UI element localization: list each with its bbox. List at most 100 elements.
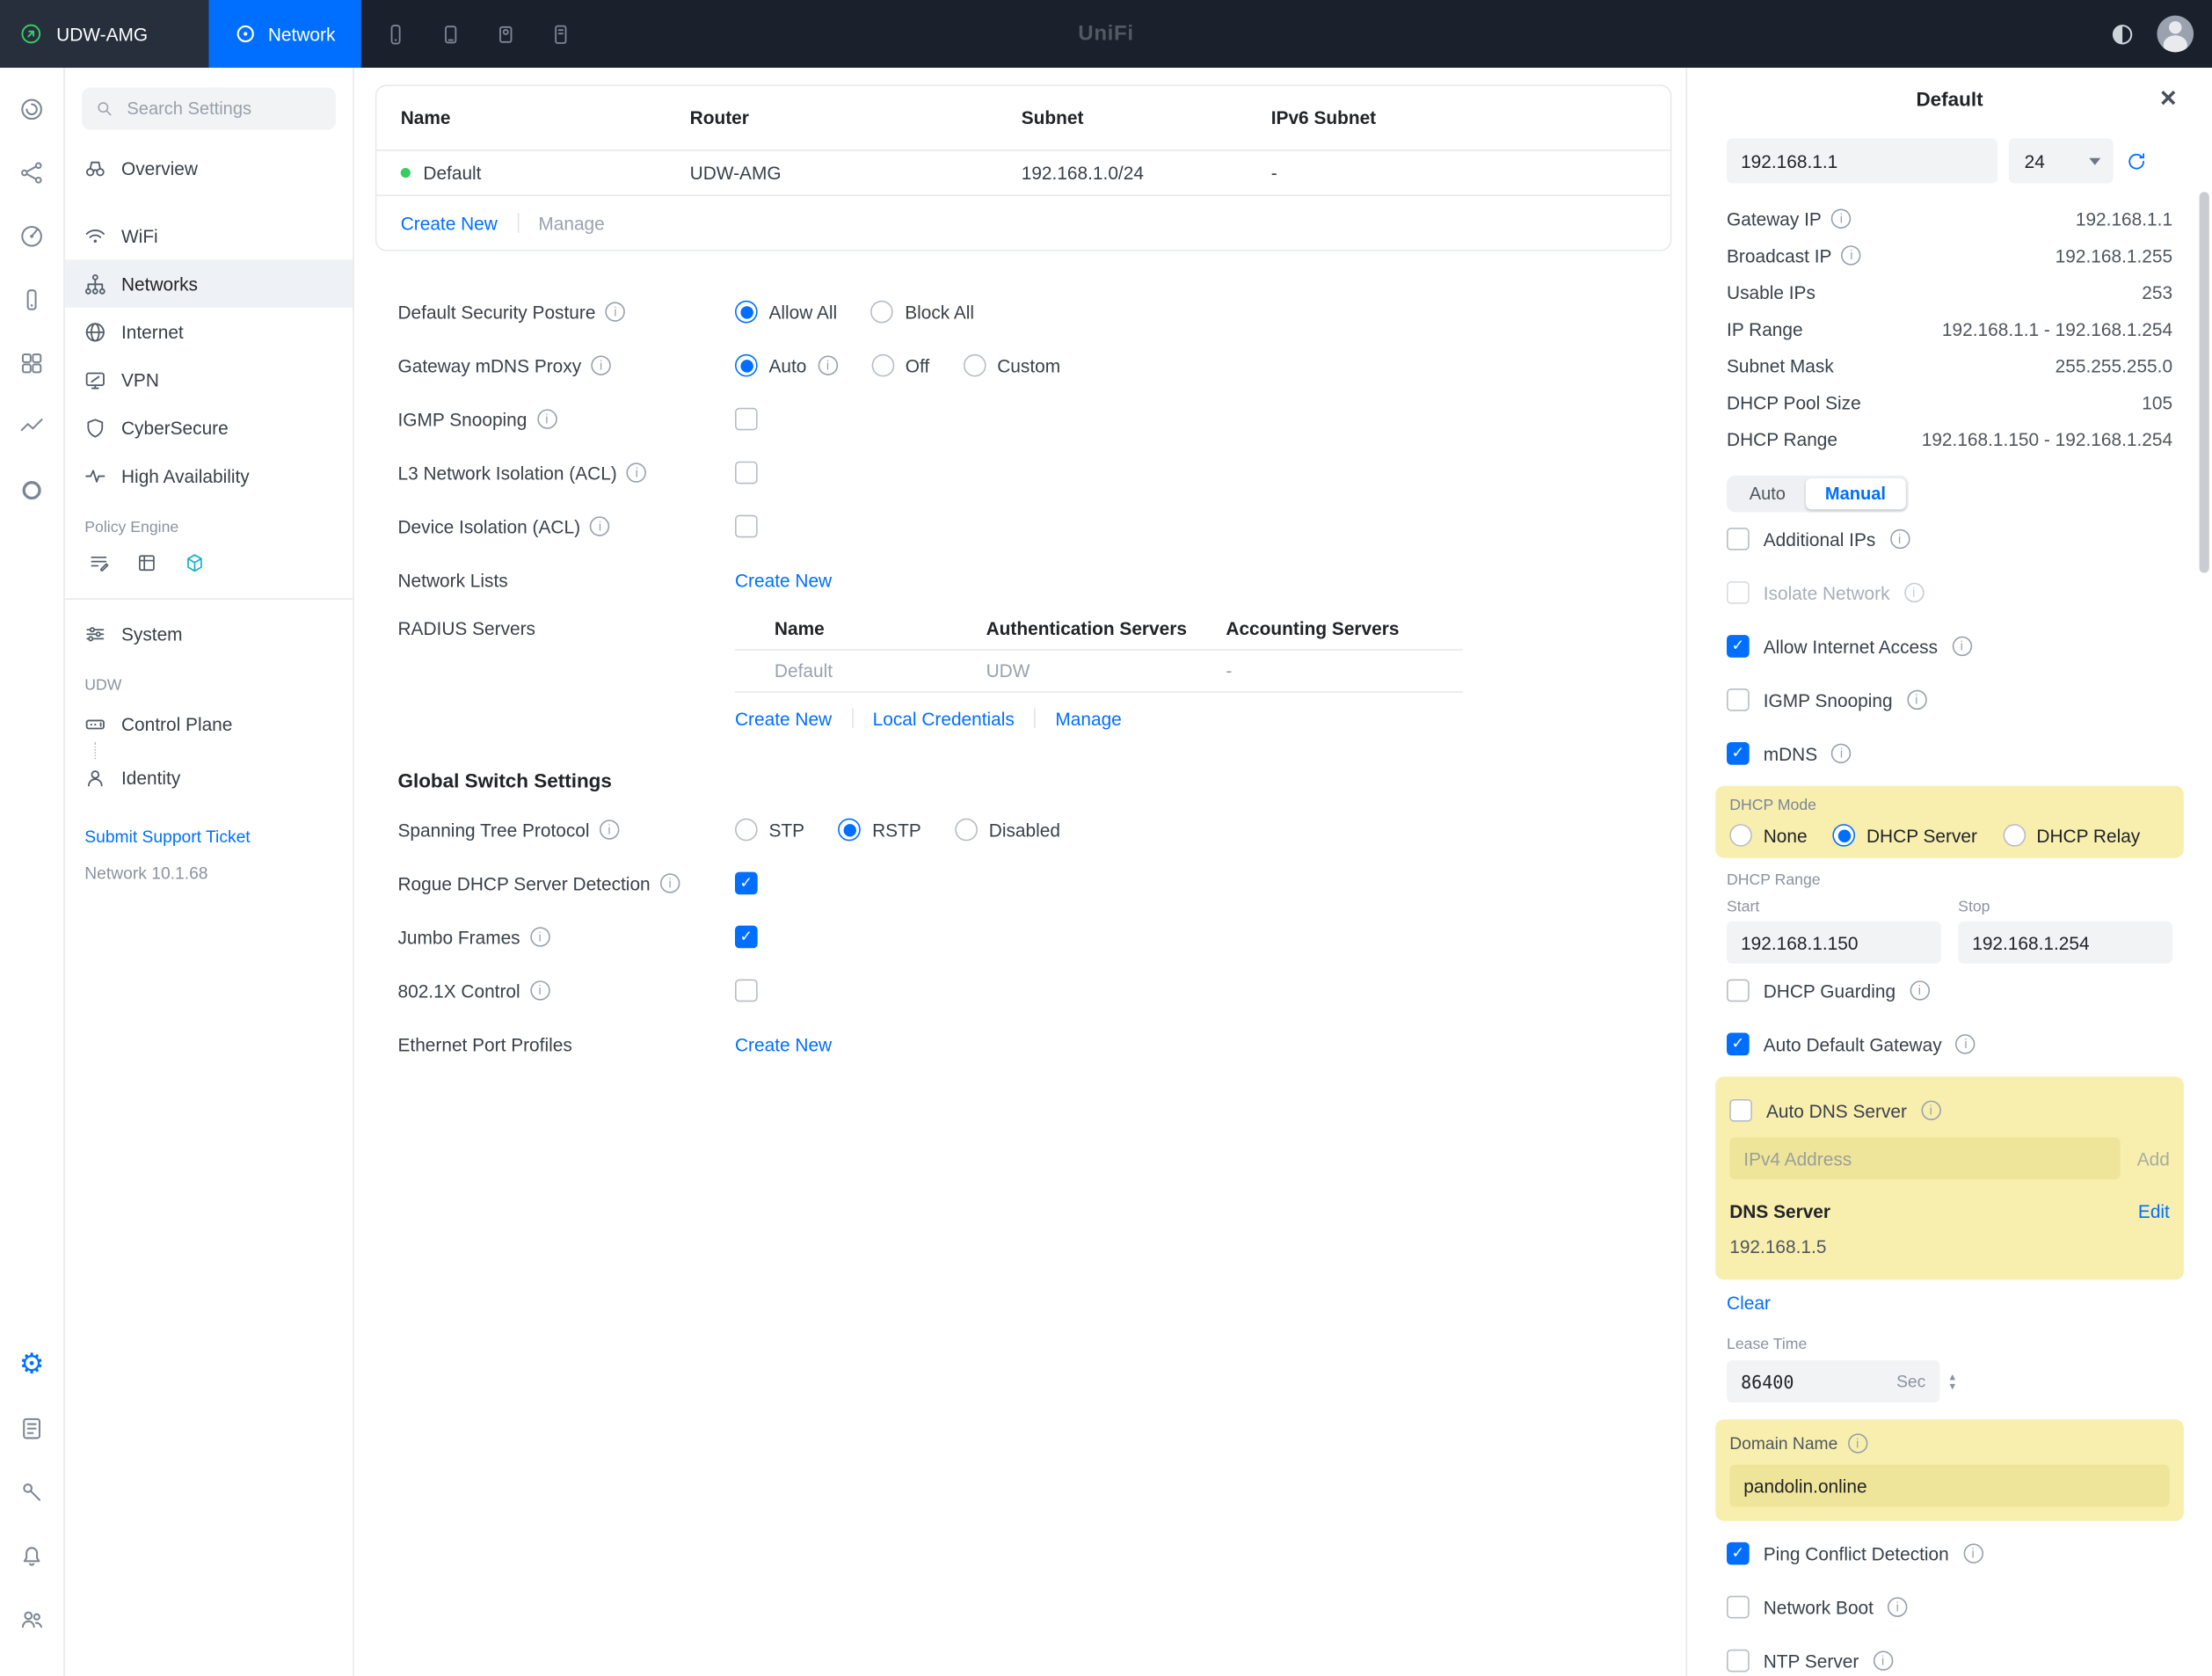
jumbo-frames-checkbox[interactable] (735, 926, 758, 949)
checkbox-ntp-server[interactable]: NTP Server (1727, 1634, 2172, 1676)
8021x-checkbox[interactable] (735, 980, 758, 1002)
radio-allow-all[interactable]: Allow All (735, 301, 837, 324)
sidebar-item-internet[interactable]: Internet (65, 308, 353, 356)
info-icon[interactable] (1873, 1650, 1892, 1670)
create-new-network-link[interactable]: Create New (401, 212, 498, 233)
radius-row[interactable]: Default UDW - (735, 649, 1463, 693)
info-icon[interactable] (537, 409, 557, 428)
info-icon[interactable] (1831, 208, 1851, 228)
info-icon[interactable] (1910, 980, 1929, 1000)
dhcp-range-start-input[interactable] (1727, 922, 1941, 964)
info-icon[interactable] (1888, 1597, 1907, 1616)
info-icon[interactable] (1904, 583, 1924, 602)
sidebar-item-wifi[interactable]: WiFi (65, 212, 353, 260)
table-row[interactable]: Default UDW-AMG 192.168.1.0/24 - (376, 151, 1670, 196)
radio-disabled[interactable]: Disabled (955, 819, 1060, 842)
ring-icon[interactable] (12, 470, 52, 509)
l3-isolation-checkbox[interactable] (735, 462, 758, 485)
info-icon[interactable] (660, 873, 680, 893)
revert-refresh-icon[interactable] (2125, 149, 2149, 172)
info-icon[interactable] (590, 516, 609, 536)
admins-people-icon[interactable] (12, 1599, 52, 1638)
info-icon[interactable] (591, 355, 610, 375)
insights-icon[interactable] (12, 406, 52, 446)
policy-table-icon[interactable] (135, 551, 158, 574)
radio-dhcp-server[interactable]: DHCP Server (1832, 824, 1976, 847)
info-icon[interactable] (530, 980, 549, 1000)
info-icon[interactable] (1963, 1543, 1983, 1563)
app-device-icon-2[interactable] (439, 22, 462, 46)
notifications-bell-icon[interactable] (12, 1535, 52, 1575)
checkbox-isolate-network[interactable]: Isolate Network (1727, 565, 2172, 619)
app-device-icon-4[interactable] (549, 22, 572, 46)
info-icon[interactable] (1907, 690, 1926, 710)
checkbox-igmp-snooping[interactable]: IGMP Snooping (1727, 673, 2172, 726)
lease-time-stepper[interactable] (1950, 1372, 1955, 1391)
info-icon[interactable] (1831, 744, 1851, 763)
rogue-dhcp-checkbox[interactable] (735, 872, 758, 895)
device-isolation-checkbox[interactable] (735, 515, 758, 538)
checkbox-auto-dns-server[interactable]: Auto DNS Server (1729, 1088, 2170, 1133)
info-icon[interactable] (627, 463, 646, 482)
info-icon[interactable] (606, 302, 625, 321)
info-icon[interactable] (530, 927, 549, 946)
info-icon[interactable] (1889, 529, 1909, 549)
radius-local-credentials-link[interactable]: Local Credentials (873, 708, 1015, 729)
dashboard-icon[interactable] (12, 89, 52, 128)
panel-scrollbar[interactable] (2200, 192, 2209, 572)
radio-custom[interactable]: Custom (964, 354, 1060, 377)
radio-dhcp-none[interactable]: None (1729, 824, 1807, 847)
checkbox-ping-conflict-detection[interactable]: Ping Conflict Detection (1727, 1527, 2172, 1580)
tab-network[interactable]: Network (208, 0, 360, 68)
radar-icon[interactable] (12, 216, 52, 256)
dns-clear-link[interactable]: Clear (1727, 1293, 1771, 1314)
info-icon[interactable] (1848, 1433, 1867, 1453)
port-profiles-create-new-link[interactable]: Create New (735, 1033, 832, 1054)
sidebar-item-overview[interactable]: Overview (65, 144, 353, 193)
dhcp-range-stop-input[interactable] (1958, 922, 2172, 964)
checkbox-additional-ips[interactable]: Additional IPs (1727, 512, 2172, 565)
info-icon[interactable] (818, 355, 837, 375)
radius-manage-link[interactable]: Manage (1055, 708, 1121, 729)
sidebar-item-control-plane[interactable]: Control Plane (65, 700, 353, 748)
radio-dhcp-relay[interactable]: DHCP Relay (2003, 824, 2140, 847)
sidebar-item-vpn[interactable]: VPN (65, 355, 353, 404)
manage-networks-link[interactable]: Manage (538, 212, 604, 233)
checkbox-mdns[interactable]: mDNS (1727, 726, 2172, 780)
theme-toggle-icon[interactable] (2109, 20, 2136, 47)
ipv4-address-input[interactable] (1729, 1137, 2120, 1179)
info-icon[interactable] (1842, 245, 1861, 265)
toolbox-icon[interactable] (12, 1472, 52, 1512)
info-icon[interactable] (1952, 637, 1971, 656)
radius-create-new-link[interactable]: Create New (735, 708, 832, 729)
radio-rstp[interactable]: RSTP (839, 819, 921, 842)
site-switcher[interactable]: UDW-AMG (0, 0, 208, 68)
checkbox-dhcp-guarding[interactable]: DHCP Guarding (1727, 964, 2172, 1017)
radio-block-all[interactable]: Block All (871, 301, 974, 324)
add-dns-button[interactable]: Add (2137, 1148, 2170, 1169)
dns-edit-link[interactable]: Edit (2138, 1201, 2170, 1222)
checkbox-allow-internet-access[interactable]: Allow Internet Access (1727, 619, 2172, 673)
app-device-icon-1[interactable] (383, 22, 407, 46)
lease-time-input[interactable]: 86400 Sec (1727, 1360, 1939, 1403)
user-avatar[interactable] (2157, 16, 2194, 53)
search-input[interactable] (124, 98, 323, 120)
info-icon[interactable] (600, 820, 619, 839)
devices-icon[interactable] (12, 280, 52, 319)
clients-icon[interactable] (12, 343, 52, 383)
settings-search[interactable] (82, 87, 336, 129)
gateway-ip-input[interactable] (1727, 138, 1997, 183)
radio-off[interactable]: Off (871, 354, 929, 377)
igmp-checkbox[interactable] (735, 408, 758, 431)
sidebar-item-identity[interactable]: Identity (65, 754, 353, 802)
info-icon[interactable] (1921, 1101, 1940, 1120)
segment-manual[interactable]: Manual (1805, 478, 1905, 509)
app-device-icon-3[interactable] (493, 22, 517, 46)
sidebar-item-high-availability[interactable]: High Availability (65, 451, 353, 499)
checkbox-network-boot[interactable]: Network Boot (1727, 1580, 2172, 1634)
radio-stp[interactable]: STP (735, 819, 804, 842)
policy-rules-icon[interactable] (87, 551, 110, 574)
network-lists-create-new-link[interactable]: Create New (735, 569, 832, 590)
topology-icon[interactable] (12, 152, 52, 192)
submit-support-ticket-link[interactable]: Submit Support Ticket (65, 801, 353, 849)
